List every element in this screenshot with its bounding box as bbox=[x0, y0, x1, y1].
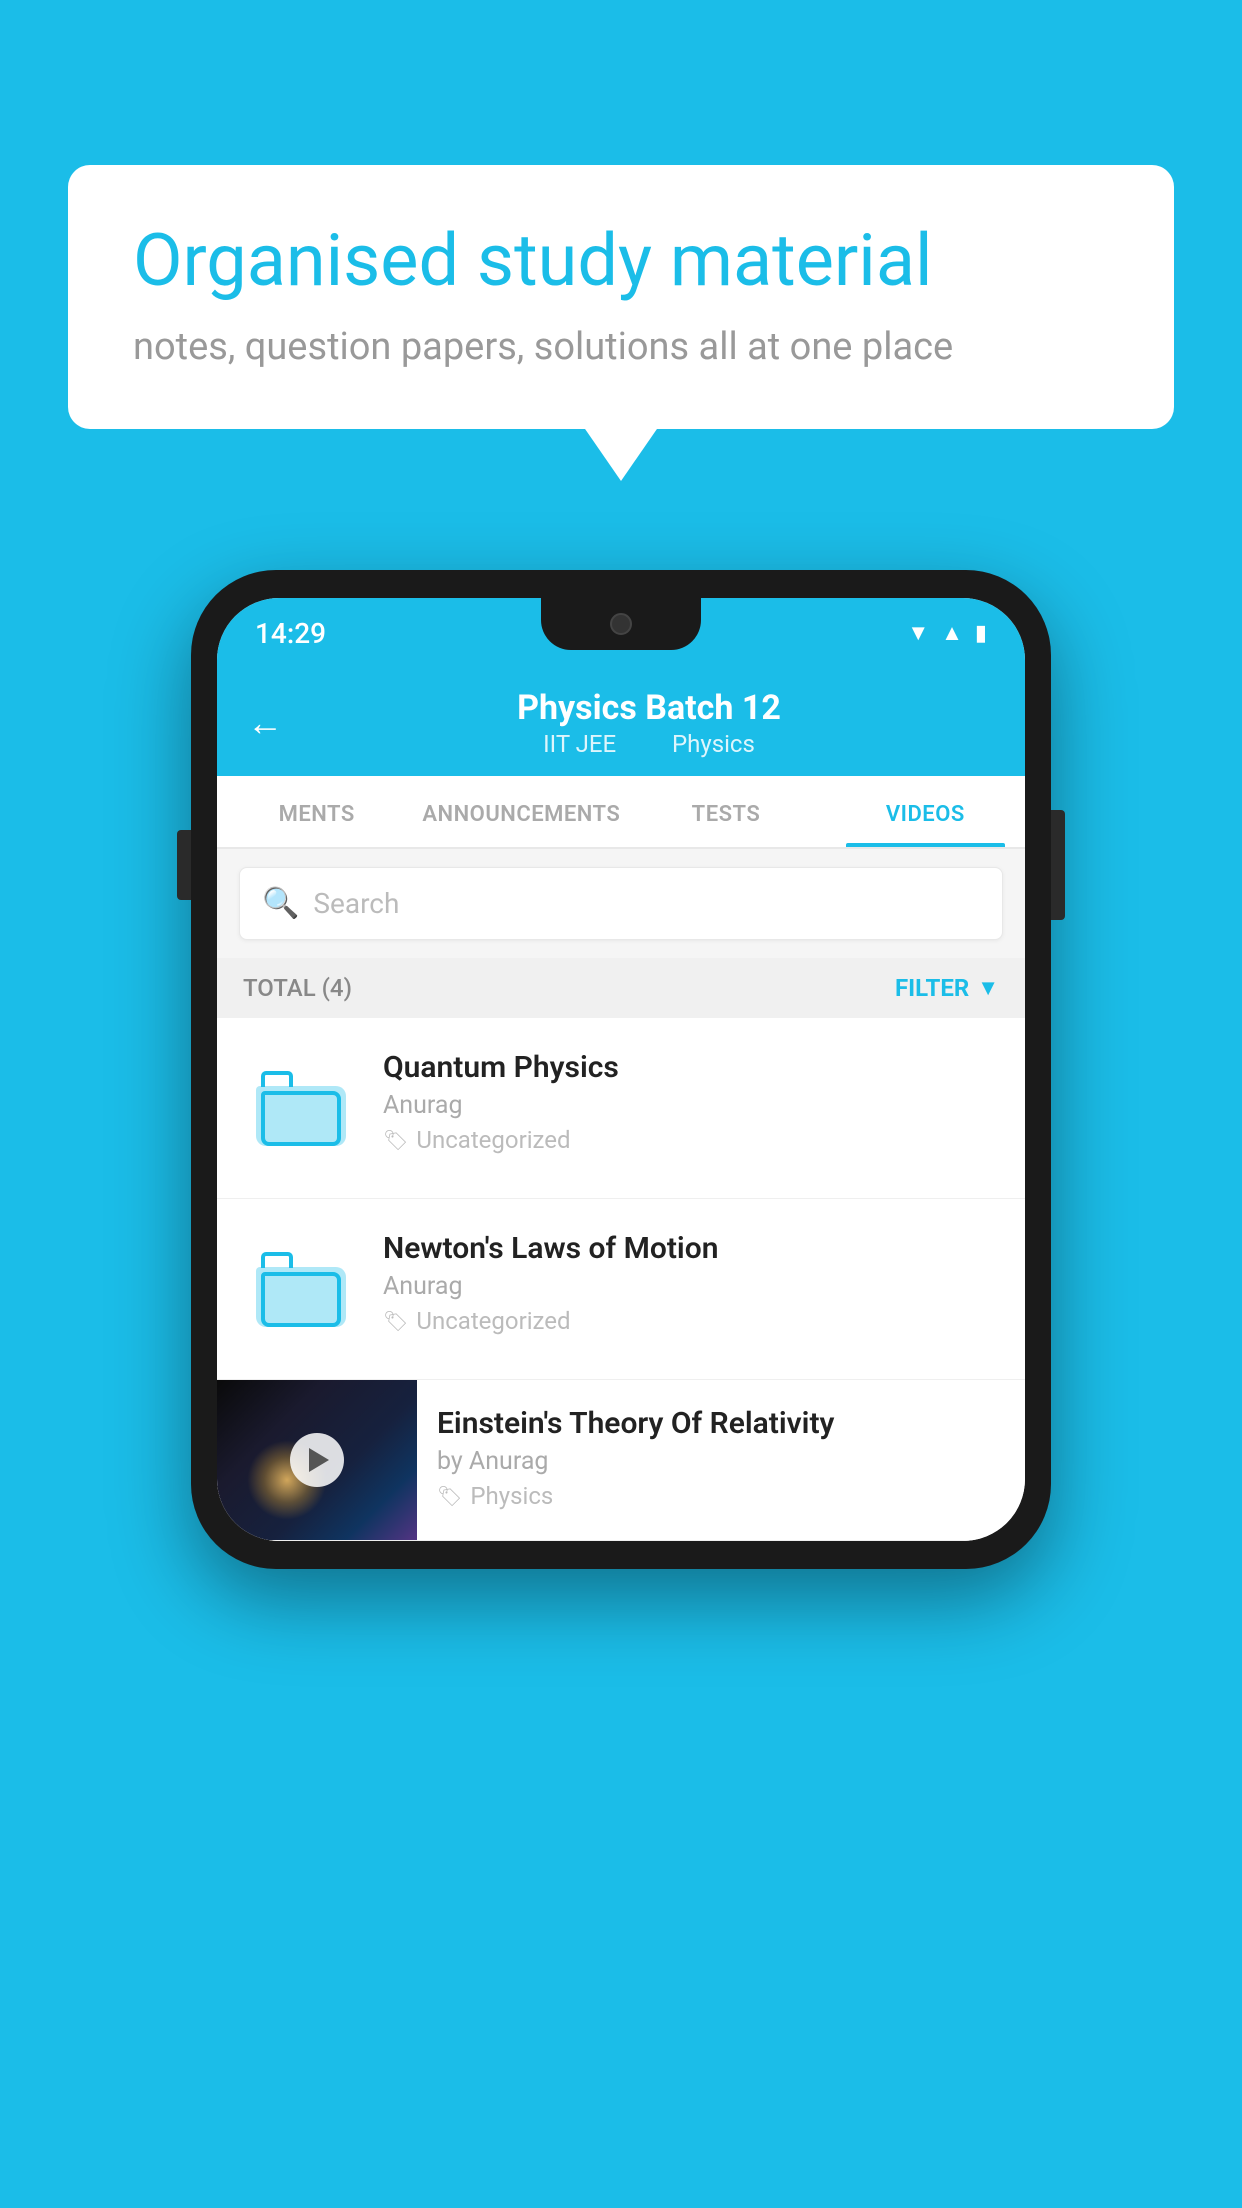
video-title-2: Newton's Laws of Motion bbox=[383, 1231, 999, 1266]
batch-subtitle: IIT JEE Physics bbox=[303, 730, 995, 758]
batch-title: Physics Batch 12 bbox=[303, 688, 995, 728]
video-thumb-1 bbox=[243, 1050, 359, 1166]
tag-label-1: Uncategorized bbox=[416, 1126, 570, 1154]
tab-ments[interactable]: MENTS bbox=[217, 776, 416, 847]
video-tag-2: 🏷 Uncategorized bbox=[383, 1307, 999, 1335]
folder-icon-2 bbox=[256, 1252, 346, 1327]
notch bbox=[541, 598, 701, 650]
video-info-3: Einstein's Theory Of Relativity by Anura… bbox=[417, 1380, 1025, 1536]
speech-bubble: Organised study material notes, question… bbox=[68, 165, 1174, 429]
battery-icon: ▮ bbox=[975, 621, 987, 646]
wifi-icon: ▼ bbox=[907, 620, 929, 646]
phone-mockup: 14:29 ▼ ▲ ▮ ← Physics Batch 12 IIT JEE bbox=[191, 570, 1051, 1569]
video-tag-3: 🏷 Physics bbox=[437, 1482, 1005, 1510]
notch-camera bbox=[610, 613, 632, 635]
subtitle-sep bbox=[638, 730, 656, 758]
status-icons: ▼ ▲ ▮ bbox=[907, 620, 987, 646]
tag-icon-1: 🏷 bbox=[383, 1128, 408, 1152]
video-item-2[interactable]: Newton's Laws of Motion Anurag 🏷 Uncateg… bbox=[217, 1199, 1025, 1380]
app-header: ← Physics Batch 12 IIT JEE Physics bbox=[217, 668, 1025, 776]
filter-button[interactable]: FILTER ▼ bbox=[895, 974, 999, 1002]
search-placeholder: Search bbox=[313, 887, 399, 920]
subtitle-physics: Physics bbox=[672, 730, 755, 758]
video-thumbnail-3 bbox=[217, 1380, 417, 1540]
speech-bubble-container: Organised study material notes, question… bbox=[68, 165, 1174, 429]
video-item-3[interactable]: Einstein's Theory Of Relativity by Anura… bbox=[217, 1380, 1025, 1541]
tag-icon-2: 🏷 bbox=[383, 1309, 408, 1333]
video-author-3: by Anurag bbox=[437, 1447, 1005, 1476]
filter-bar: TOTAL (4) FILTER ▼ bbox=[217, 958, 1025, 1018]
video-author-2: Anurag bbox=[383, 1272, 999, 1301]
search-bar[interactable]: 🔍 Search bbox=[239, 867, 1003, 940]
subtitle-iitjee: IIT JEE bbox=[543, 730, 616, 758]
folder-icon-1 bbox=[256, 1071, 346, 1146]
tabs-bar: MENTS ANNOUNCEMENTS TESTS VIDEOS bbox=[217, 776, 1025, 849]
video-info-2: Newton's Laws of Motion Anurag 🏷 Uncateg… bbox=[383, 1231, 999, 1335]
tab-announcements[interactable]: ANNOUNCEMENTS bbox=[416, 776, 626, 847]
search-icon: 🔍 bbox=[262, 886, 299, 921]
status-bar: 14:29 ▼ ▲ ▮ bbox=[217, 598, 1025, 668]
video-info-1: Quantum Physics Anurag 🏷 Uncategorized bbox=[383, 1050, 999, 1154]
video-item-1[interactable]: Quantum Physics Anurag 🏷 Uncategorized bbox=[217, 1018, 1025, 1199]
tab-videos[interactable]: VIDEOS bbox=[826, 776, 1025, 847]
video-title-1: Quantum Physics bbox=[383, 1050, 999, 1085]
back-button[interactable]: ← bbox=[247, 702, 283, 744]
total-label: TOTAL (4) bbox=[243, 974, 352, 1002]
status-time: 14:29 bbox=[255, 617, 326, 650]
video-list: Quantum Physics Anurag 🏷 Uncategorized bbox=[217, 1018, 1025, 1541]
speech-bubble-heading: Organised study material bbox=[133, 220, 1109, 303]
filter-icon: ▼ bbox=[977, 975, 999, 1001]
play-triangle-icon bbox=[309, 1448, 329, 1472]
video-author-1: Anurag bbox=[383, 1091, 999, 1120]
tag-label-2: Uncategorized bbox=[416, 1307, 570, 1335]
video-tag-1: 🏷 Uncategorized bbox=[383, 1126, 999, 1154]
phone-screen: 14:29 ▼ ▲ ▮ ← Physics Batch 12 IIT JEE bbox=[217, 598, 1025, 1541]
play-button[interactable] bbox=[290, 1433, 344, 1487]
phone-outer: 14:29 ▼ ▲ ▮ ← Physics Batch 12 IIT JEE bbox=[191, 570, 1051, 1569]
tag-label-3: Physics bbox=[470, 1482, 553, 1510]
video-title-3: Einstein's Theory Of Relativity bbox=[437, 1406, 1005, 1441]
header-title-block: Physics Batch 12 IIT JEE Physics bbox=[303, 688, 995, 758]
filter-label: FILTER bbox=[895, 974, 969, 1002]
tab-tests[interactable]: TESTS bbox=[626, 776, 825, 847]
tag-icon-3: 🏷 bbox=[437, 1484, 462, 1508]
video-thumb-2 bbox=[243, 1231, 359, 1347]
signal-icon: ▲ bbox=[941, 620, 963, 646]
search-container: 🔍 Search bbox=[217, 849, 1025, 958]
speech-bubble-subtext: notes, question papers, solutions all at… bbox=[133, 325, 1109, 369]
